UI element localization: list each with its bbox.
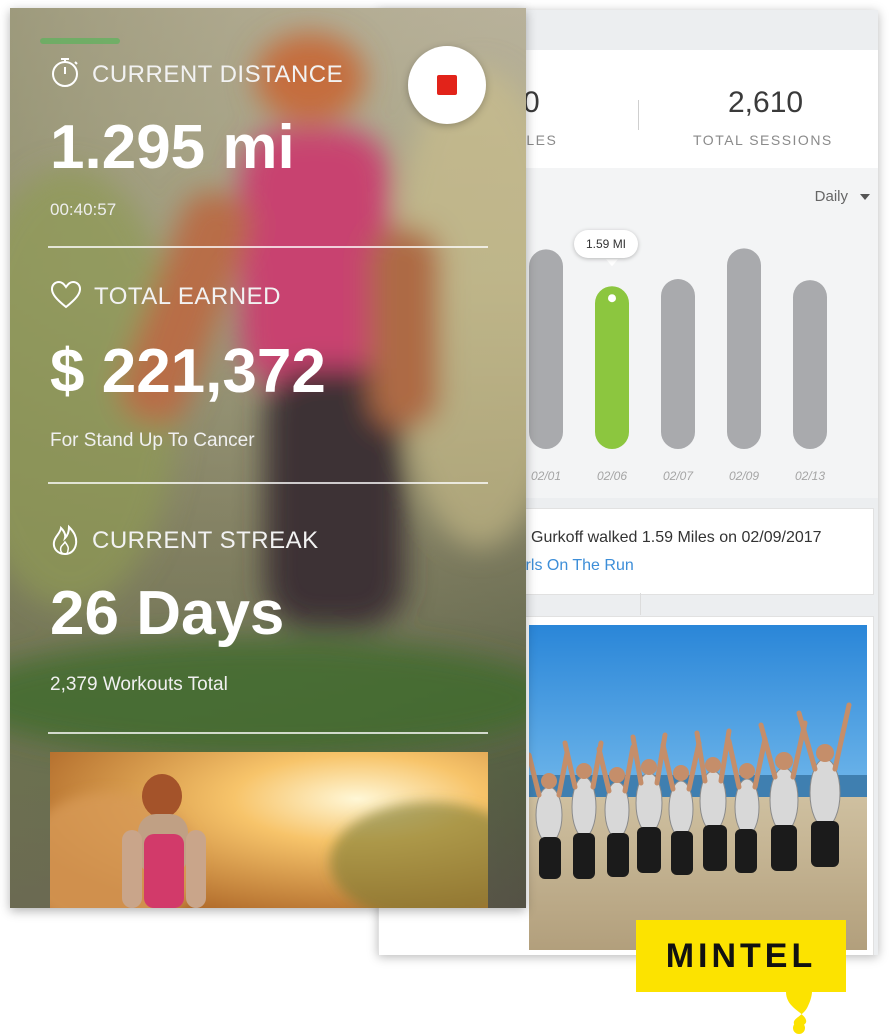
stats-divider bbox=[638, 100, 639, 130]
streak-label: CURRENT STREAK bbox=[92, 527, 319, 554]
stop-icon bbox=[437, 75, 457, 95]
section-divider bbox=[48, 246, 488, 248]
chart-bar[interactable] bbox=[529, 249, 563, 449]
total-miles-label: ILES bbox=[521, 132, 558, 148]
chart-bar[interactable] bbox=[661, 279, 695, 449]
x-tick-label: 02/13 bbox=[794, 469, 826, 483]
earned-label: TOTAL EARNED bbox=[94, 283, 281, 310]
elapsed-time: 00:40:57 bbox=[50, 200, 117, 219]
earned-section: TOTAL EARNED bbox=[50, 280, 281, 315]
streak-section: CURRENT STREAK bbox=[50, 522, 319, 561]
tooltip-pointer bbox=[606, 259, 618, 267]
bar-highlight-dot bbox=[608, 294, 616, 303]
workout-screen: CURRENT DISTANCE 1.295 mi 00:40:57 TOTAL… bbox=[10, 8, 526, 908]
earned-cause: For Stand Up To Cancer bbox=[50, 430, 255, 451]
total-sessions-value: 2,610 bbox=[728, 86, 804, 119]
distance-section: CURRENT DISTANCE bbox=[50, 56, 343, 93]
earned-value: $ 221,372 bbox=[50, 337, 326, 406]
chart-bar[interactable] bbox=[793, 280, 827, 449]
x-tick-label: 02/07 bbox=[662, 469, 694, 483]
group-beach-photo bbox=[529, 625, 867, 950]
stop-workout-button[interactable] bbox=[408, 46, 486, 124]
flame-icon bbox=[50, 522, 80, 561]
mintel-logo-text: MINTEL bbox=[665, 937, 817, 975]
x-tick-label: 02/09 bbox=[728, 469, 760, 483]
distance-value: 1.295 mi bbox=[50, 113, 295, 182]
feed-connector bbox=[640, 593, 641, 615]
x-tick-label: 02/06 bbox=[596, 469, 628, 483]
section-divider bbox=[48, 732, 488, 734]
feed-item-text: Gurkoff walked 1.59 Miles on 02/09/2017 bbox=[531, 529, 822, 546]
feed-item-link[interactable]: irls On The Run bbox=[522, 557, 634, 575]
section-divider bbox=[48, 482, 488, 484]
distance-label: CURRENT DISTANCE bbox=[92, 61, 344, 88]
chart-bar[interactable] bbox=[595, 286, 629, 449]
streak-value: 26 Days bbox=[50, 579, 285, 648]
chart-bar[interactable] bbox=[727, 248, 761, 449]
stopwatch-icon bbox=[50, 56, 80, 93]
heart-icon bbox=[50, 280, 82, 315]
chart-tooltip: 1.59 MI bbox=[574, 230, 639, 259]
mintel-logo: MINTEL bbox=[636, 920, 846, 1036]
workouts-total: 2,379 Workouts Total bbox=[50, 674, 228, 695]
promo-runner-image[interactable] bbox=[50, 752, 488, 908]
total-sessions-label: TOTAL SESSIONS bbox=[693, 132, 833, 148]
